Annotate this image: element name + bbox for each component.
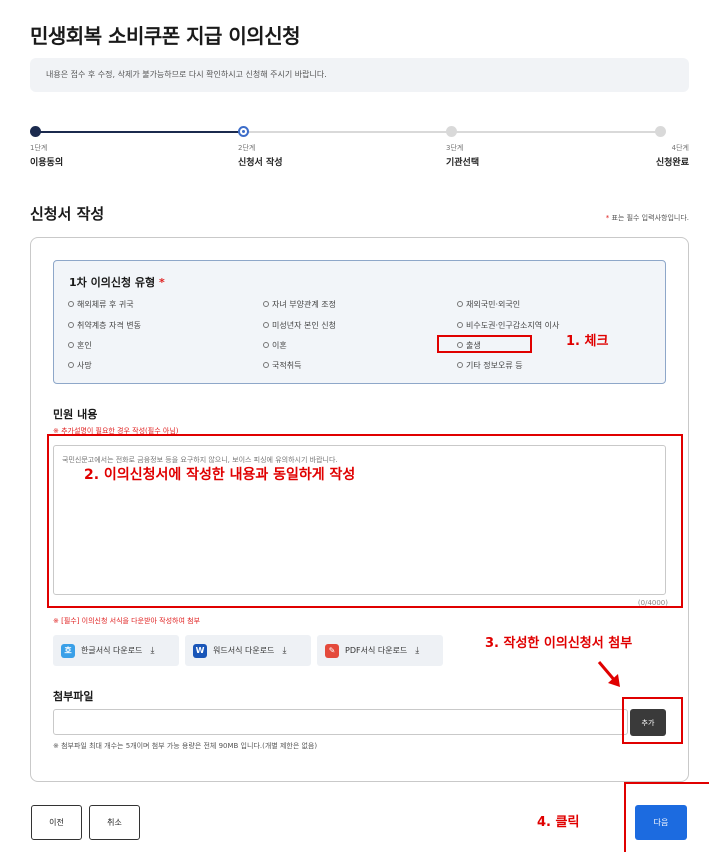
radio-icon[interactable] <box>263 341 269 348</box>
annotation-text-3: 3. 작성한 이의신청서 첨부 <box>485 636 633 651</box>
type-option-death[interactable]: 사망 <box>68 360 92 371</box>
type-option-region-move[interactable]: 비수도권·인구감소지역 이사 <box>457 320 559 331</box>
step-2-name: 신청서 작성 <box>238 158 283 168</box>
progress-stepper: 1단계 이용동의 2단계 신청서 작성 3단계 기관선택 4단계 신청완료 <box>30 125 689 175</box>
objection-type-title: 1차 이의신청 유형 * <box>69 274 165 290</box>
radio-icon[interactable] <box>263 321 269 328</box>
option-label: 출생 <box>466 341 481 350</box>
application-form: 1차 이의신청 유형 * 해외체류 후 귀국 자녀 부양관계 조정 재외국민·외… <box>30 237 689 782</box>
radio-icon[interactable] <box>457 300 463 307</box>
download-icon: ⤓ <box>282 645 287 656</box>
download-pdf-button[interactable]: ✎ PDF서식 다운로드 ⤓ <box>317 635 443 666</box>
file-input[interactable] <box>53 709 628 735</box>
option-label: 취약계층 자격 변동 <box>77 321 141 330</box>
annotation-text-1: 1. 체크 <box>566 334 609 349</box>
objection-type-title-text: 1차 이의신청 유형 <box>69 276 156 289</box>
option-label: 미성년자 본인 신청 <box>272 321 336 330</box>
annotation-text-2: 2. 이의신청서에 작성한 내용과 동일하게 작성 <box>84 467 356 483</box>
option-label: 자녀 부양관계 조정 <box>272 300 336 309</box>
type-option-divorce[interactable]: 이혼 <box>263 340 287 351</box>
radio-icon[interactable] <box>457 361 463 368</box>
type-option-naturalization[interactable]: 국적취득 <box>263 360 301 371</box>
option-label: 비수도권·인구감소지역 이사 <box>466 321 560 330</box>
option-label: 혼인 <box>77 341 92 350</box>
download-icon: ⤓ <box>415 645 420 656</box>
type-option-marriage[interactable]: 혼인 <box>68 340 92 351</box>
option-label: 해외체류 후 귀국 <box>77 300 134 309</box>
download-label: PDF서식 다운로드 <box>345 646 408 655</box>
step-1-label: 1단계 <box>30 144 48 152</box>
notice-banner: 내용은 접수 후 수정, 삭제가 불가능하므로 다시 확인하시고 신청해 주시기… <box>30 58 689 92</box>
objection-type-group: 1차 이의신청 유형 * 해외체류 후 귀국 자녀 부양관계 조정 재외국민·외… <box>53 260 666 384</box>
required-star: * <box>159 276 165 289</box>
download-label: 한글서식 다운로드 <box>81 646 143 655</box>
file-note: ※ 첨부파일 최대 개수는 5개이며 첨부 가능 용량은 전체 90MB 입니다… <box>53 742 318 750</box>
download-icon: ⤓ <box>150 645 155 656</box>
char-counter: (0/4000) <box>637 599 668 607</box>
type-option-vulnerable-change[interactable]: 취약계층 자격 변동 <box>68 320 141 331</box>
download-label: 워드서식 다운로드 <box>213 646 275 655</box>
hangul-doc-icon: 호 <box>61 643 75 658</box>
annotation-arrow-icon <box>597 661 620 687</box>
radio-icon[interactable] <box>263 300 269 307</box>
type-option-other-error[interactable]: 기타 정보오류 등 <box>457 360 523 371</box>
annotation-text-4: 4. 클릭 <box>537 815 580 830</box>
step-2-label: 2단계 <box>238 144 256 152</box>
option-label: 기타 정보오류 등 <box>466 361 523 370</box>
required-note-text: 표는 필수 입력사항입니다. <box>609 214 689 222</box>
type-option-child-dependency[interactable]: 자녀 부양관계 조정 <box>263 299 336 310</box>
content-note: ※ 추가설명이 필요한 경우 작성(필수 아님) <box>53 427 179 435</box>
step-3-name: 기관선택 <box>446 158 480 168</box>
type-option-birth[interactable]: 출생 <box>457 340 481 351</box>
option-label: 사망 <box>77 361 92 370</box>
option-label: 재외국민·외국인 <box>466 300 521 309</box>
download-word-button[interactable]: W 워드서식 다운로드 ⤓ <box>185 635 311 666</box>
step-3-dot <box>446 126 457 137</box>
step-4-name: 신청완료 <box>655 158 689 168</box>
next-button[interactable]: 다음 <box>635 805 687 840</box>
page: 민생회복 소비쿠폰 지급 이의신청 내용은 접수 후 수정, 삭제가 불가능하므… <box>0 0 722 858</box>
attachment-note: ※ [필수] 이의신청 서식을 다운받아 작성하여 첨부 <box>53 617 201 625</box>
option-label: 국적취득 <box>272 361 302 370</box>
section-title: 신청서 작성 <box>30 205 105 223</box>
radio-icon[interactable] <box>68 321 74 328</box>
file-add-button[interactable]: 추가 <box>630 709 666 736</box>
page-title: 민생회복 소비쿠폰 지급 이의신청 <box>30 24 301 48</box>
download-hangul-button[interactable]: 호 한글서식 다운로드 ⤓ <box>53 635 179 666</box>
type-option-overseas-foreigner[interactable]: 재외국민·외국인 <box>457 299 520 310</box>
radio-icon[interactable] <box>263 361 269 368</box>
pdf-doc-icon: ✎ <box>325 643 339 658</box>
file-title: 첨부파일 <box>53 690 94 703</box>
prev-button[interactable]: 이전 <box>31 805 82 840</box>
cancel-button[interactable]: 취소 <box>89 805 140 840</box>
type-option-minor-self[interactable]: 미성년자 본인 신청 <box>263 320 336 331</box>
step-3-label: 3단계 <box>446 144 464 152</box>
radio-icon[interactable] <box>457 321 463 328</box>
step-1-name: 이용동의 <box>30 158 64 168</box>
radio-icon[interactable] <box>68 361 74 368</box>
option-label: 이혼 <box>272 341 287 350</box>
radio-icon[interactable] <box>457 341 463 348</box>
stepper-line-done <box>34 131 244 133</box>
content-title: 민원 내용 <box>53 408 98 421</box>
step-4-dot <box>655 126 666 137</box>
step-4-label: 4단계 <box>671 144 689 152</box>
radio-icon[interactable] <box>68 341 74 348</box>
step-2-dot <box>238 126 249 137</box>
radio-icon[interactable] <box>68 300 74 307</box>
type-option-overseas-return[interactable]: 해외체류 후 귀국 <box>68 299 134 310</box>
step-1-dot <box>30 126 41 137</box>
word-doc-icon: W <box>193 643 207 658</box>
required-note: * 표는 필수 입력사항입니다. <box>606 213 689 223</box>
